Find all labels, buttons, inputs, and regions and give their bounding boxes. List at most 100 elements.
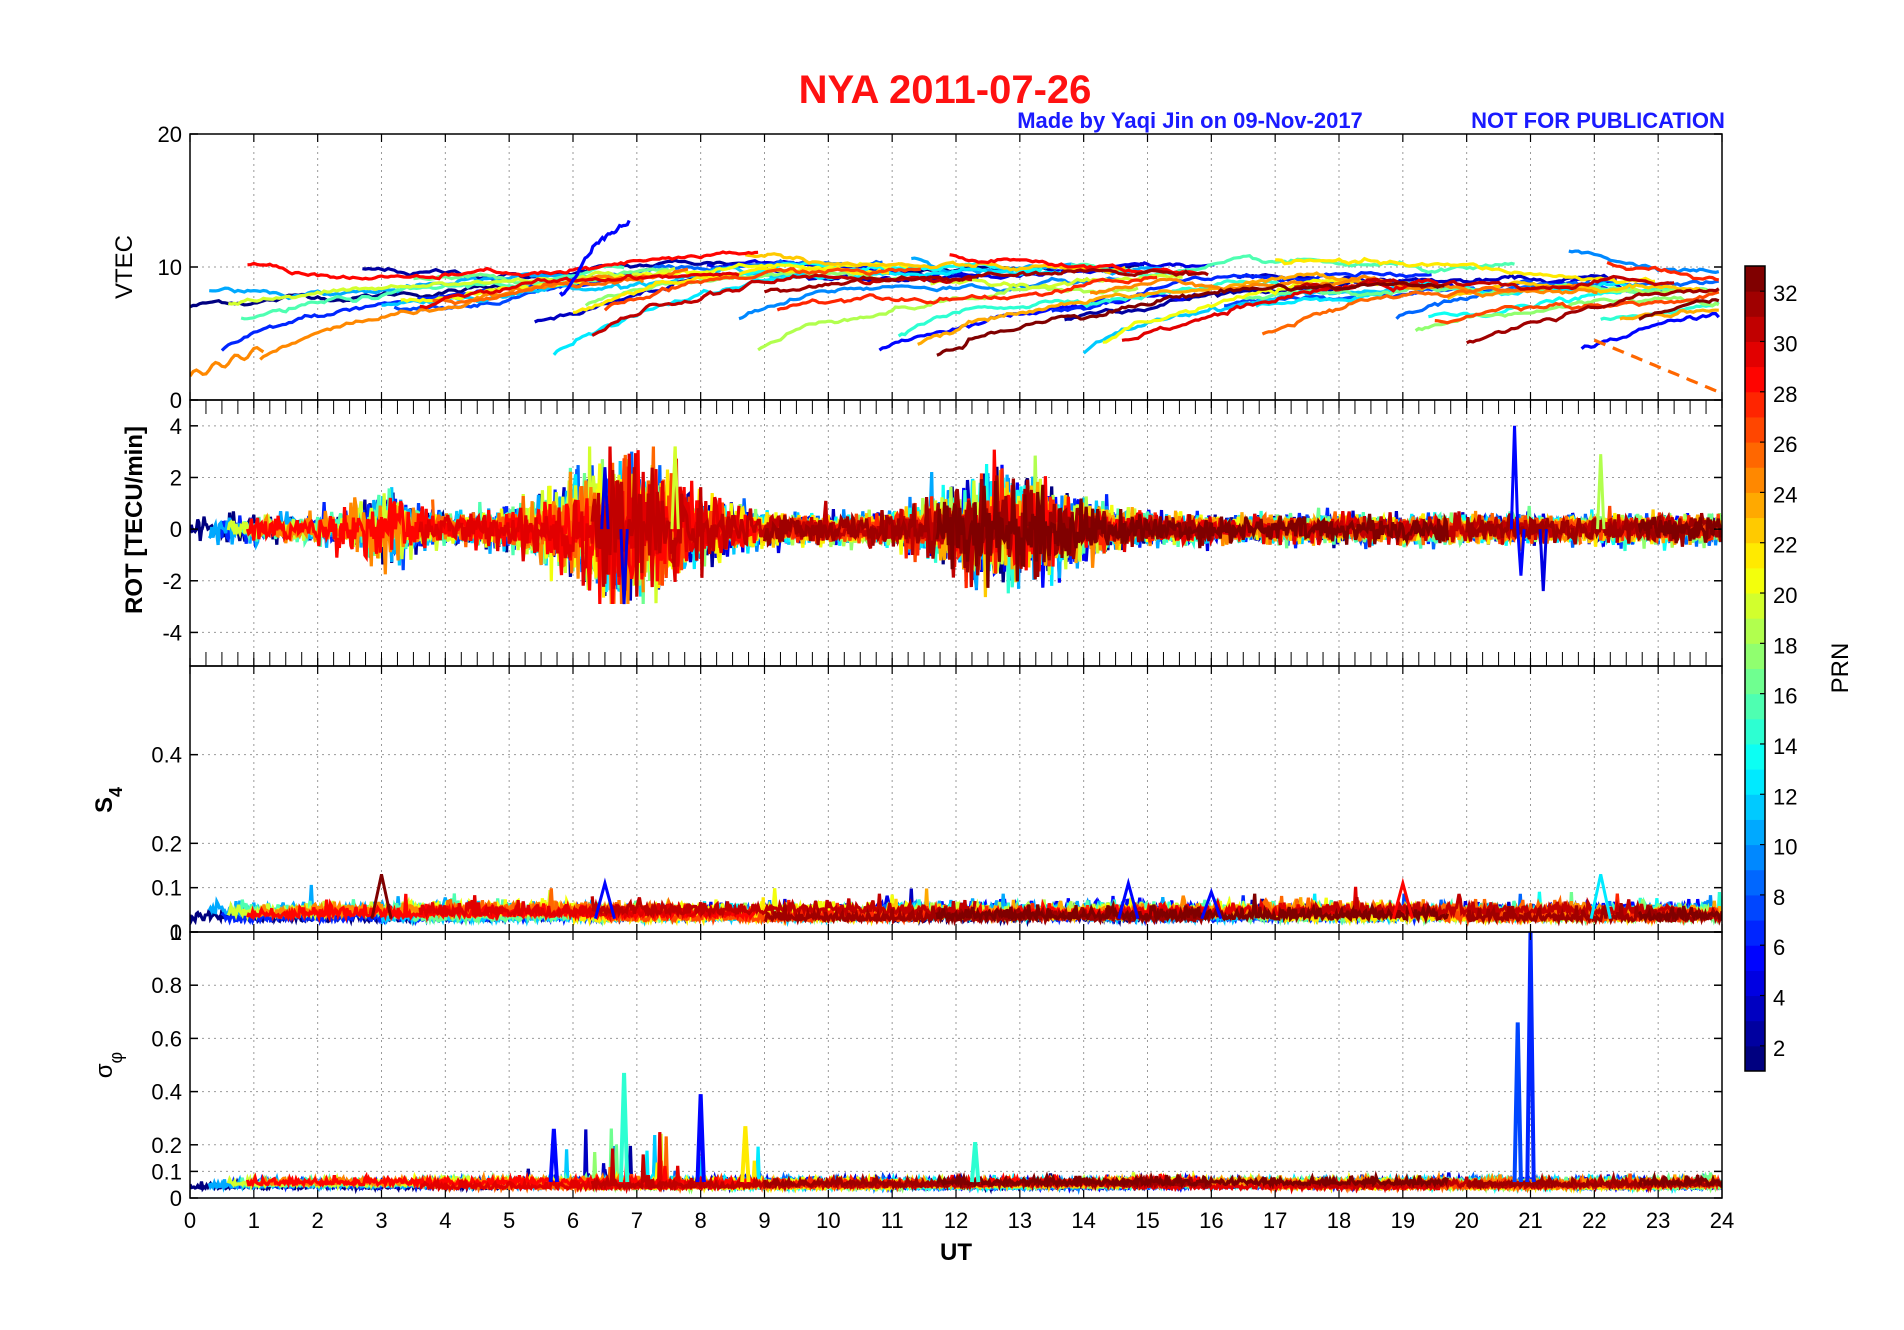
s4-ytick-label: 0.1 [151,876,182,901]
sigma-spike-0 [548,1128,560,1183]
colorbar-swatch [1745,743,1765,770]
rot-series-group [190,425,1722,605]
x-tick-label: 19 [1391,1208,1415,1233]
colorbar-tick-label: 8 [1773,885,1785,910]
x-tick-label: 5 [503,1208,515,1233]
s4-ylabel: S4 [91,787,126,813]
colorbar-tick-label: 10 [1773,835,1797,860]
figure-canvas: NYA 2011-07-26 Made by Yaqi Jin on 09-No… [91,68,1854,1266]
vtec-ytick-label: 10 [158,255,182,280]
colorbar-tick-label: 16 [1773,684,1797,709]
colorbar-swatch [1745,442,1765,468]
vtec-ytick-label: 20 [158,122,182,147]
sigma-ytick-label: 0.1 [151,1159,182,1184]
x-tick-label: 6 [567,1208,579,1233]
colorbar-swatch [1745,517,1765,544]
colorbar-tick-label: 32 [1773,281,1797,306]
colorbar-swatch [1745,593,1765,619]
rot-ytick-label: 0 [170,517,182,542]
sigma-ytick-label: 0.2 [151,1133,182,1158]
x-tick-label: 7 [631,1208,643,1233]
colorbar-tick-label: 22 [1773,533,1797,558]
colorbar-swatch [1745,467,1765,493]
x-tick-label: 4 [439,1208,451,1233]
colorbar-swatch [1745,1045,1765,1072]
sigma-spike-6 [1525,932,1536,1183]
colorbar-tick-label: 28 [1773,382,1797,407]
colorbar-label: PRN [1827,643,1854,694]
prn-colorbar: 2468101214161820222426283032PRN [1744,265,1854,1072]
colorbar-tick-label: 12 [1773,784,1797,809]
colorbar-tick-label: 26 [1773,432,1797,457]
colorbar-swatch [1745,567,1765,594]
vtec-series-group [190,219,1720,394]
x-tick-label: 20 [1454,1208,1478,1233]
colorbar-swatch [1745,894,1765,921]
x-tick-label: 16 [1199,1208,1223,1233]
rot-ytick-label: -2 [162,569,182,594]
sigma-spike-5 [1512,1022,1523,1183]
vtec-ylabel: VTEC [111,235,138,299]
x-tick-label: 23 [1646,1208,1670,1233]
x-tick-label: 13 [1008,1208,1032,1233]
colorbar-tick-label: 18 [1773,633,1797,658]
x-tick-label: 14 [1071,1208,1095,1233]
x-tick-label: 24 [1710,1208,1734,1233]
x-axis-label: UT [940,1239,972,1266]
colorbar-swatch [1745,668,1765,695]
s4-ytick-label: 0.2 [151,831,182,856]
sigma-spike-4 [969,1141,981,1183]
s4-grid [190,666,1722,932]
x-tick-label: 8 [695,1208,707,1233]
panels: 01020VTEC-4-2024ROT [TECU/min]00.10.20.4… [91,122,1734,1266]
sigma-series-group [190,932,1722,1195]
publication-notice: NOT FOR PUBLICATION [1471,108,1725,133]
vtec-series-low-track-start [190,345,265,378]
sigma-ytick-label: 0.6 [151,1026,182,1051]
rot-spike-0 [1509,425,1520,530]
colorbar-swatch [1745,643,1765,669]
x-tick-label: 9 [758,1208,770,1233]
s4-panel: 00.10.20.4S4 [91,665,1723,945]
x-tick-label: 22 [1582,1208,1606,1233]
colorbar-swatch [1745,970,1765,997]
x-tick-label: 0 [184,1208,196,1233]
colorbar-tick-label: 20 [1773,583,1797,608]
colorbar-tick-label: 24 [1773,482,1797,507]
colorbar-swatch [1745,945,1765,971]
colorbar-swatch [1745,693,1765,720]
x-tick-label: 2 [312,1208,324,1233]
sigma-grid [190,932,1722,1198]
rot-ytick-label: 4 [170,414,182,439]
x-tick-label: 17 [1263,1208,1287,1233]
sigma-panel: 00.10.20.40.60.81σφ0 1 2 3 4 5 6 7 8 9 10 11 12 13 14 1… [91,920,1734,1266]
x-tick-label: 18 [1327,1208,1351,1233]
colorbar-swatch [1745,618,1765,644]
colorbar-swatch [1745,920,1765,946]
vtec-series-low-track-end [1593,338,1720,394]
colorbar-swatch [1745,995,1765,1022]
colorbar-swatch [1745,341,1765,368]
colorbar-tick-label: 2 [1773,1036,1785,1061]
colorbar-swatch [1745,869,1765,896]
x-tick-label: 10 [816,1208,840,1233]
sigma-ytick-label: 0.8 [151,973,182,998]
colorbar-swatch [1745,718,1765,745]
x-tick-label: 11 [881,1208,904,1233]
rot-ytick-label: -4 [162,620,182,645]
sigma-ytick-label: 1 [170,920,182,945]
sigma-ylabel: σφ [91,1052,126,1078]
x-tick-label: 21 [1518,1208,1542,1233]
colorbar-swatch [1745,769,1765,795]
rot-panel: -4 -2 0 2 4 ROT [TECU/min] [121,399,1723,667]
colorbar-swatch [1745,794,1765,820]
colorbar-swatch [1745,266,1765,292]
rot-ylabel: ROT [TECU/min] [121,426,148,614]
colorbar-swatch [1745,391,1765,418]
colorbar-swatch [1745,366,1765,393]
vtec-panel: 0 10 20 VTEC [111,122,1723,413]
colorbar-swatch [1745,844,1765,871]
colorbar-swatch [1745,291,1765,317]
chart-title: NYA 2011-07-26 [799,68,1092,112]
colorbar-swatch [1745,819,1765,846]
